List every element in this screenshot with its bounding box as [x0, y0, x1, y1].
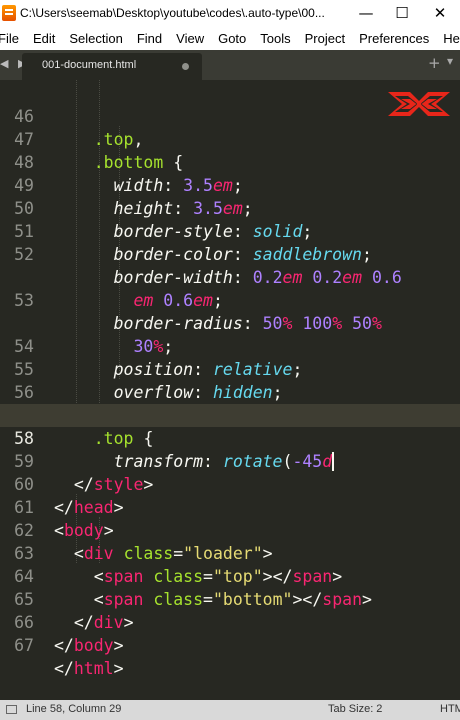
code-line[interactable]: 51 border-color: saddlebrown; — [0, 197, 460, 264]
syntax-indicator[interactable]: HTML — [440, 703, 460, 715]
menu-preferences[interactable]: Preferences — [359, 31, 429, 46]
code-line[interactable]: 50 border-style: solid; — [0, 174, 460, 241]
code-line[interactable]: 66 </body> — [0, 588, 460, 655]
tab-bar: ◀ ▶ 001-document.html + ▾ — [0, 50, 460, 80]
line-number: 67 — [14, 636, 34, 655]
code-line[interactable]: 53 border-radius: 50% 100% 50% — [0, 266, 460, 333]
code-line[interactable]: em 0.6em; — [0, 243, 460, 310]
code-line[interactable]: 48 width: 3.5em; — [0, 128, 460, 195]
menu-help[interactable]: Help — [443, 31, 460, 46]
tab-list-chevron-icon[interactable]: ▾ — [447, 54, 453, 68]
code-line[interactable]: 55 overflow: hidden; — [0, 335, 460, 402]
title-bar: C:\Users\seemab\Desktop\youtube\codes\.a… — [0, 0, 460, 26]
close-button[interactable]: ✕ — [420, 0, 460, 26]
sublime-app-icon — [2, 5, 16, 21]
tab-label: 001-document.html — [42, 59, 137, 71]
code-line[interactable]: 62 <div class="loader"> — [0, 496, 460, 563]
menu-find[interactable]: Find — [137, 31, 162, 46]
code-line[interactable]: 59 </style> — [0, 427, 460, 494]
menu-selection[interactable]: Selection — [69, 31, 122, 46]
menu-file[interactable]: File — [0, 31, 19, 46]
code-line[interactable]: 56 } — [0, 358, 460, 425]
code-editor[interactable]: 46 .top, 47 .bottom { 48 width: 3.5em; 4… — [0, 80, 460, 700]
code-line[interactable]: 60 </head> — [0, 450, 460, 517]
menu-project[interactable]: Project — [305, 31, 345, 46]
code-line-current[interactable]: 58 transform: rotate(-45d — [0, 404, 460, 471]
menu-goto[interactable]: Goto — [218, 31, 246, 46]
tab-001-document[interactable]: 001-document.html — [22, 53, 202, 80]
code-line[interactable]: 61 <body> — [0, 473, 460, 540]
menu-tools[interactable]: Tools — [260, 31, 290, 46]
code-line[interactable]: 30%; — [0, 289, 460, 356]
cursor-position[interactable]: Line 58, Column 29 — [26, 703, 121, 715]
code-text: </body> — [54, 636, 124, 655]
code-line[interactable]: 57 .top { — [0, 381, 460, 448]
code-line[interactable]: 49 height: 3.5em; — [0, 151, 460, 218]
code-line[interactable]: 64 <span class="bottom"></span> — [0, 542, 460, 609]
code-line[interactable]: 63 <span class="top"></span> — [0, 519, 460, 586]
code-line[interactable]: 65 </div> — [0, 565, 460, 632]
menu-edit[interactable]: Edit — [33, 31, 55, 46]
maximize-button[interactable]: ☐ — [382, 0, 422, 26]
unsaved-dot-icon[interactable] — [182, 63, 189, 70]
status-bar: Line 58, Column 29 Tab Size: 2 HTML — [0, 700, 460, 720]
channel-logo-icon — [388, 92, 450, 116]
new-tab-icon[interactable]: + — [428, 54, 441, 72]
menu-view[interactable]: View — [176, 31, 204, 46]
menu-bar: File Edit Selection Find View Goto Tools… — [0, 26, 460, 50]
code-line[interactable]: 67 </html> — [0, 611, 460, 678]
tab-size-indicator[interactable]: Tab Size: 2 — [328, 703, 382, 715]
window-title: C:\Users\seemab\Desktop\youtube\codes\.a… — [20, 6, 325, 20]
code-text: </html> — [54, 659, 124, 678]
panel-toggle-icon[interactable] — [6, 705, 17, 714]
minimize-button[interactable]: — — [346, 0, 386, 26]
code-line[interactable]: 52 border-width: 0.2em 0.2em 0.6 — [0, 220, 460, 287]
code-line[interactable]: 54 position: relative; — [0, 312, 460, 379]
